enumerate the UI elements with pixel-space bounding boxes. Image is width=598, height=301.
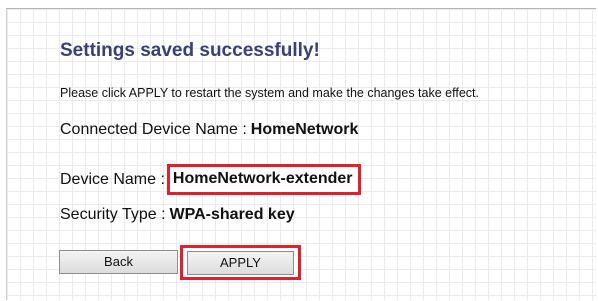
settings-panel: Settings saved successfully! Please clic… [6, 8, 596, 300]
device-name-row: Device Name : HomeNetwork-extender [60, 164, 361, 195]
connected-device-name-label: Connected Device Name : [60, 121, 247, 138]
instruction-text: Please click APPLY to restart the system… [60, 86, 479, 100]
back-button[interactable]: Back [59, 250, 178, 274]
device-name-value: HomeNetwork-extender [172, 170, 353, 187]
apply-highlight: APPLY [180, 245, 301, 280]
device-name-highlight: HomeNetwork-extender [166, 164, 361, 195]
security-type-value: WPA-shared key [169, 206, 295, 223]
device-name-label: Device Name : [60, 170, 165, 188]
apply-button[interactable]: APPLY [187, 251, 294, 275]
security-type-label: Security Type : [60, 206, 166, 223]
connected-device-name-value: HomeNetwork [250, 121, 359, 138]
page-title: Settings saved successfully! [60, 40, 320, 61]
security-type-row: Security Type : WPA-shared key [60, 206, 295, 224]
connected-device-name-row: Connected Device Name : HomeNetwork [60, 121, 358, 139]
